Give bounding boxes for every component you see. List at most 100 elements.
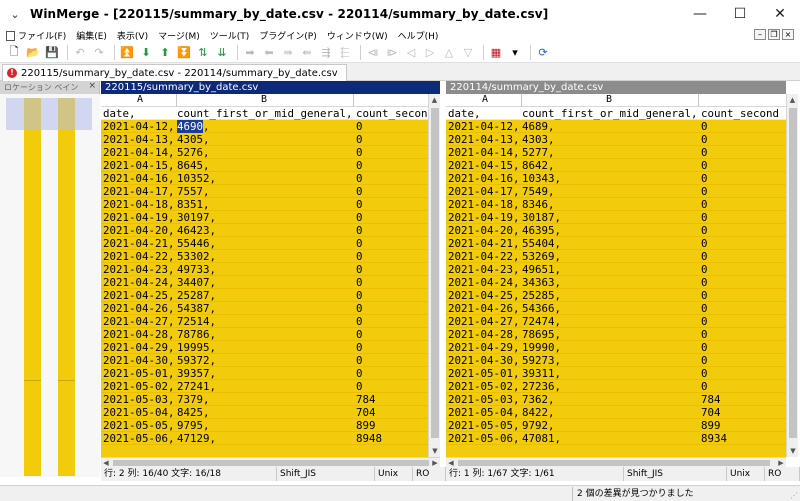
cell-b[interactable]: 7362, xyxy=(522,393,555,406)
cell-a[interactable]: 2021-04-21, xyxy=(103,237,175,250)
cell-b[interactable]: 34407, xyxy=(177,276,216,289)
location-bar-right[interactable] xyxy=(58,98,75,476)
cell-b[interactable]: 4303, xyxy=(522,133,555,146)
table-row[interactable]: 2021-04-20, 46395, 0 xyxy=(446,224,786,237)
cell-b[interactable]: 25287, xyxy=(177,289,216,302)
cell-b[interactable]: 8425, xyxy=(177,406,210,419)
cell-a[interactable]: date, xyxy=(103,107,136,120)
cell-c[interactable]: 0 xyxy=(356,276,363,289)
cell-c[interactable]: 704 xyxy=(701,406,721,419)
table-row[interactable]: 2021-04-19, 30187, 0 xyxy=(446,211,786,224)
table-row[interactable]: 2021-04-26, 54366, 0 xyxy=(446,302,786,315)
cell-c[interactable]: 0 xyxy=(701,302,708,315)
cell-b[interactable]: 55446, xyxy=(177,237,216,250)
cell-c[interactable]: 0 xyxy=(356,237,363,250)
cell-b[interactable]: 30197, xyxy=(177,211,216,224)
undo-icon[interactable]: ↶ xyxy=(72,45,88,61)
table-row[interactable]: 2021-04-27, 72474, 0 xyxy=(446,315,786,328)
cell-a[interactable]: 2021-04-26, xyxy=(448,302,520,315)
copy-right-advance-icon[interactable]: ⇛ xyxy=(280,45,296,61)
table-row[interactable]: 2021-04-21, 55404, 0 xyxy=(446,237,786,250)
cell-b[interactable]: 10343, xyxy=(522,172,561,185)
cell-b[interactable]: 55404, xyxy=(522,237,561,250)
table-row[interactable]: 2021-04-15, 8645, 0 xyxy=(101,159,440,172)
cell-a[interactable]: 2021-05-04, xyxy=(103,406,175,419)
cell-b[interactable]: 72474, xyxy=(522,315,561,328)
cell-b[interactable]: 8351, xyxy=(177,198,210,211)
right-vertical-scrollbar[interactable]: ▲ ▼ xyxy=(786,94,798,457)
cell-b[interactable]: 39311, xyxy=(522,367,561,380)
cell-c[interactable]: 0 xyxy=(701,237,708,250)
cell-a[interactable]: 2021-04-18, xyxy=(448,198,520,211)
column-divider[interactable] xyxy=(353,94,354,107)
right-pane-rows[interactable]: date, count_first_or_mid_general, count_se… xyxy=(446,107,786,445)
cell-a[interactable]: 2021-05-03, xyxy=(448,393,520,406)
cell-c[interactable]: 0 xyxy=(701,146,708,159)
cell-b[interactable]: 7379, xyxy=(177,393,210,406)
table-row[interactable]: 2021-04-17, 7549, 0 xyxy=(446,185,786,198)
mdi-minimize-button[interactable]: – xyxy=(754,29,766,40)
table-row[interactable]: 2021-04-17, 7557, 0 xyxy=(101,185,440,198)
cell-b[interactable]: 19995, xyxy=(177,341,216,354)
table-row[interactable]: 2021-04-16, 10343, 0 xyxy=(446,172,786,185)
cell-c[interactable]: 0 xyxy=(356,146,363,159)
scroll-up-arrow-icon[interactable]: ▲ xyxy=(429,94,440,106)
table-row[interactable]: 2021-05-03, 7362, 784 xyxy=(446,393,786,406)
location-pane-close-icon[interactable]: × xyxy=(88,81,96,91)
first-diff-icon[interactable]: ⏫ xyxy=(119,45,135,61)
table-row[interactable]: 2021-04-14, 5276, 0 xyxy=(101,146,440,159)
table-row[interactable]: 2021-05-04, 8422, 704 xyxy=(446,406,786,419)
table-row[interactable]: 2021-04-18, 8351, 0 xyxy=(101,198,440,211)
cell-a[interactable]: 2021-04-13, xyxy=(103,133,175,146)
cell-b[interactable]: 7549, xyxy=(522,185,555,198)
table-row[interactable]: 2021-05-05, 9792, 899 xyxy=(446,419,786,432)
cell-c[interactable]: 0 xyxy=(701,120,708,133)
cell-b[interactable]: 19990, xyxy=(522,341,561,354)
cell-a[interactable]: 2021-04-20, xyxy=(448,224,520,237)
cell-c[interactable]: 0 xyxy=(356,133,363,146)
cell-b[interactable]: 54387, xyxy=(177,302,216,315)
cell-a[interactable]: 2021-04-15, xyxy=(103,159,175,172)
cell-c[interactable]: 0 xyxy=(701,289,708,302)
cell-c[interactable]: count_second xyxy=(701,107,779,120)
cell-a[interactable]: 2021-04-13, xyxy=(448,133,520,146)
cell-b[interactable]: 5276, xyxy=(177,146,210,159)
cell-a[interactable]: 2021-05-01, xyxy=(448,367,520,380)
system-menu-icon[interactable]: ⌄ xyxy=(0,8,30,21)
cell-a[interactable]: 2021-05-04, xyxy=(448,406,520,419)
table-row[interactable]: 2021-04-22, 53302, 0 xyxy=(101,250,440,263)
table-row[interactable]: 2021-05-01, 39357, 0 xyxy=(101,367,440,380)
cell-a[interactable]: 2021-04-26, xyxy=(103,302,175,315)
copy-right-icon[interactable]: ➡ xyxy=(242,45,258,61)
right-horizontal-scrollbar[interactable]: ◀ ▶ xyxy=(446,457,786,467)
cell-b[interactable]: 59273, xyxy=(522,354,561,367)
cell-a[interactable]: 2021-04-24, xyxy=(448,276,520,289)
right-encoding[interactable]: Shift_JIS xyxy=(624,467,727,481)
header-row[interactable]: date, count_first_or_mid_general, count_se… xyxy=(101,107,440,120)
cell-c[interactable]: 0 xyxy=(701,172,708,185)
cell-b[interactable]: 4305, xyxy=(177,133,210,146)
right-horizontal-scroll-thumb[interactable] xyxy=(458,460,770,466)
cell-a[interactable]: 2021-05-05, xyxy=(448,419,520,432)
resize-grip-icon[interactable]: ⋰ xyxy=(790,491,798,500)
table-row[interactable]: 2021-05-06, 47129, 8948 xyxy=(101,432,440,445)
cell-c[interactable]: 784 xyxy=(356,393,376,406)
column-b-header[interactable]: B xyxy=(606,94,612,105)
minimize-button[interactable]: — xyxy=(680,0,720,28)
prev-diff-icon[interactable]: ⬆ xyxy=(157,45,173,61)
scroll-up-arrow-icon[interactable]: ▲ xyxy=(787,94,798,106)
cell-a[interactable]: 2021-04-28, xyxy=(448,328,520,341)
cell-b[interactable]: count_first_or_mid_general, xyxy=(177,107,353,120)
table-row[interactable]: 2021-04-12, 4690, 0 xyxy=(101,120,440,133)
cell-b[interactable]: 49733, xyxy=(177,263,216,276)
table-row[interactable]: 2021-04-29, 19990, 0 xyxy=(446,341,786,354)
copy-all-left-icon[interactable]: ⬱ xyxy=(337,45,353,61)
cell-c[interactable]: 0 xyxy=(701,380,708,393)
table-row[interactable]: 2021-04-27, 72514, 0 xyxy=(101,315,440,328)
cell-c[interactable]: 0 xyxy=(701,367,708,380)
cell-b[interactable]: 8346, xyxy=(522,198,555,211)
location-pane-body[interactable] xyxy=(0,94,100,477)
column-divider[interactable] xyxy=(521,94,522,107)
cell-c[interactable]: 0 xyxy=(701,224,708,237)
document-tab[interactable]: ! 220115/summary_by_date.csv - 220114/su… xyxy=(2,64,347,81)
